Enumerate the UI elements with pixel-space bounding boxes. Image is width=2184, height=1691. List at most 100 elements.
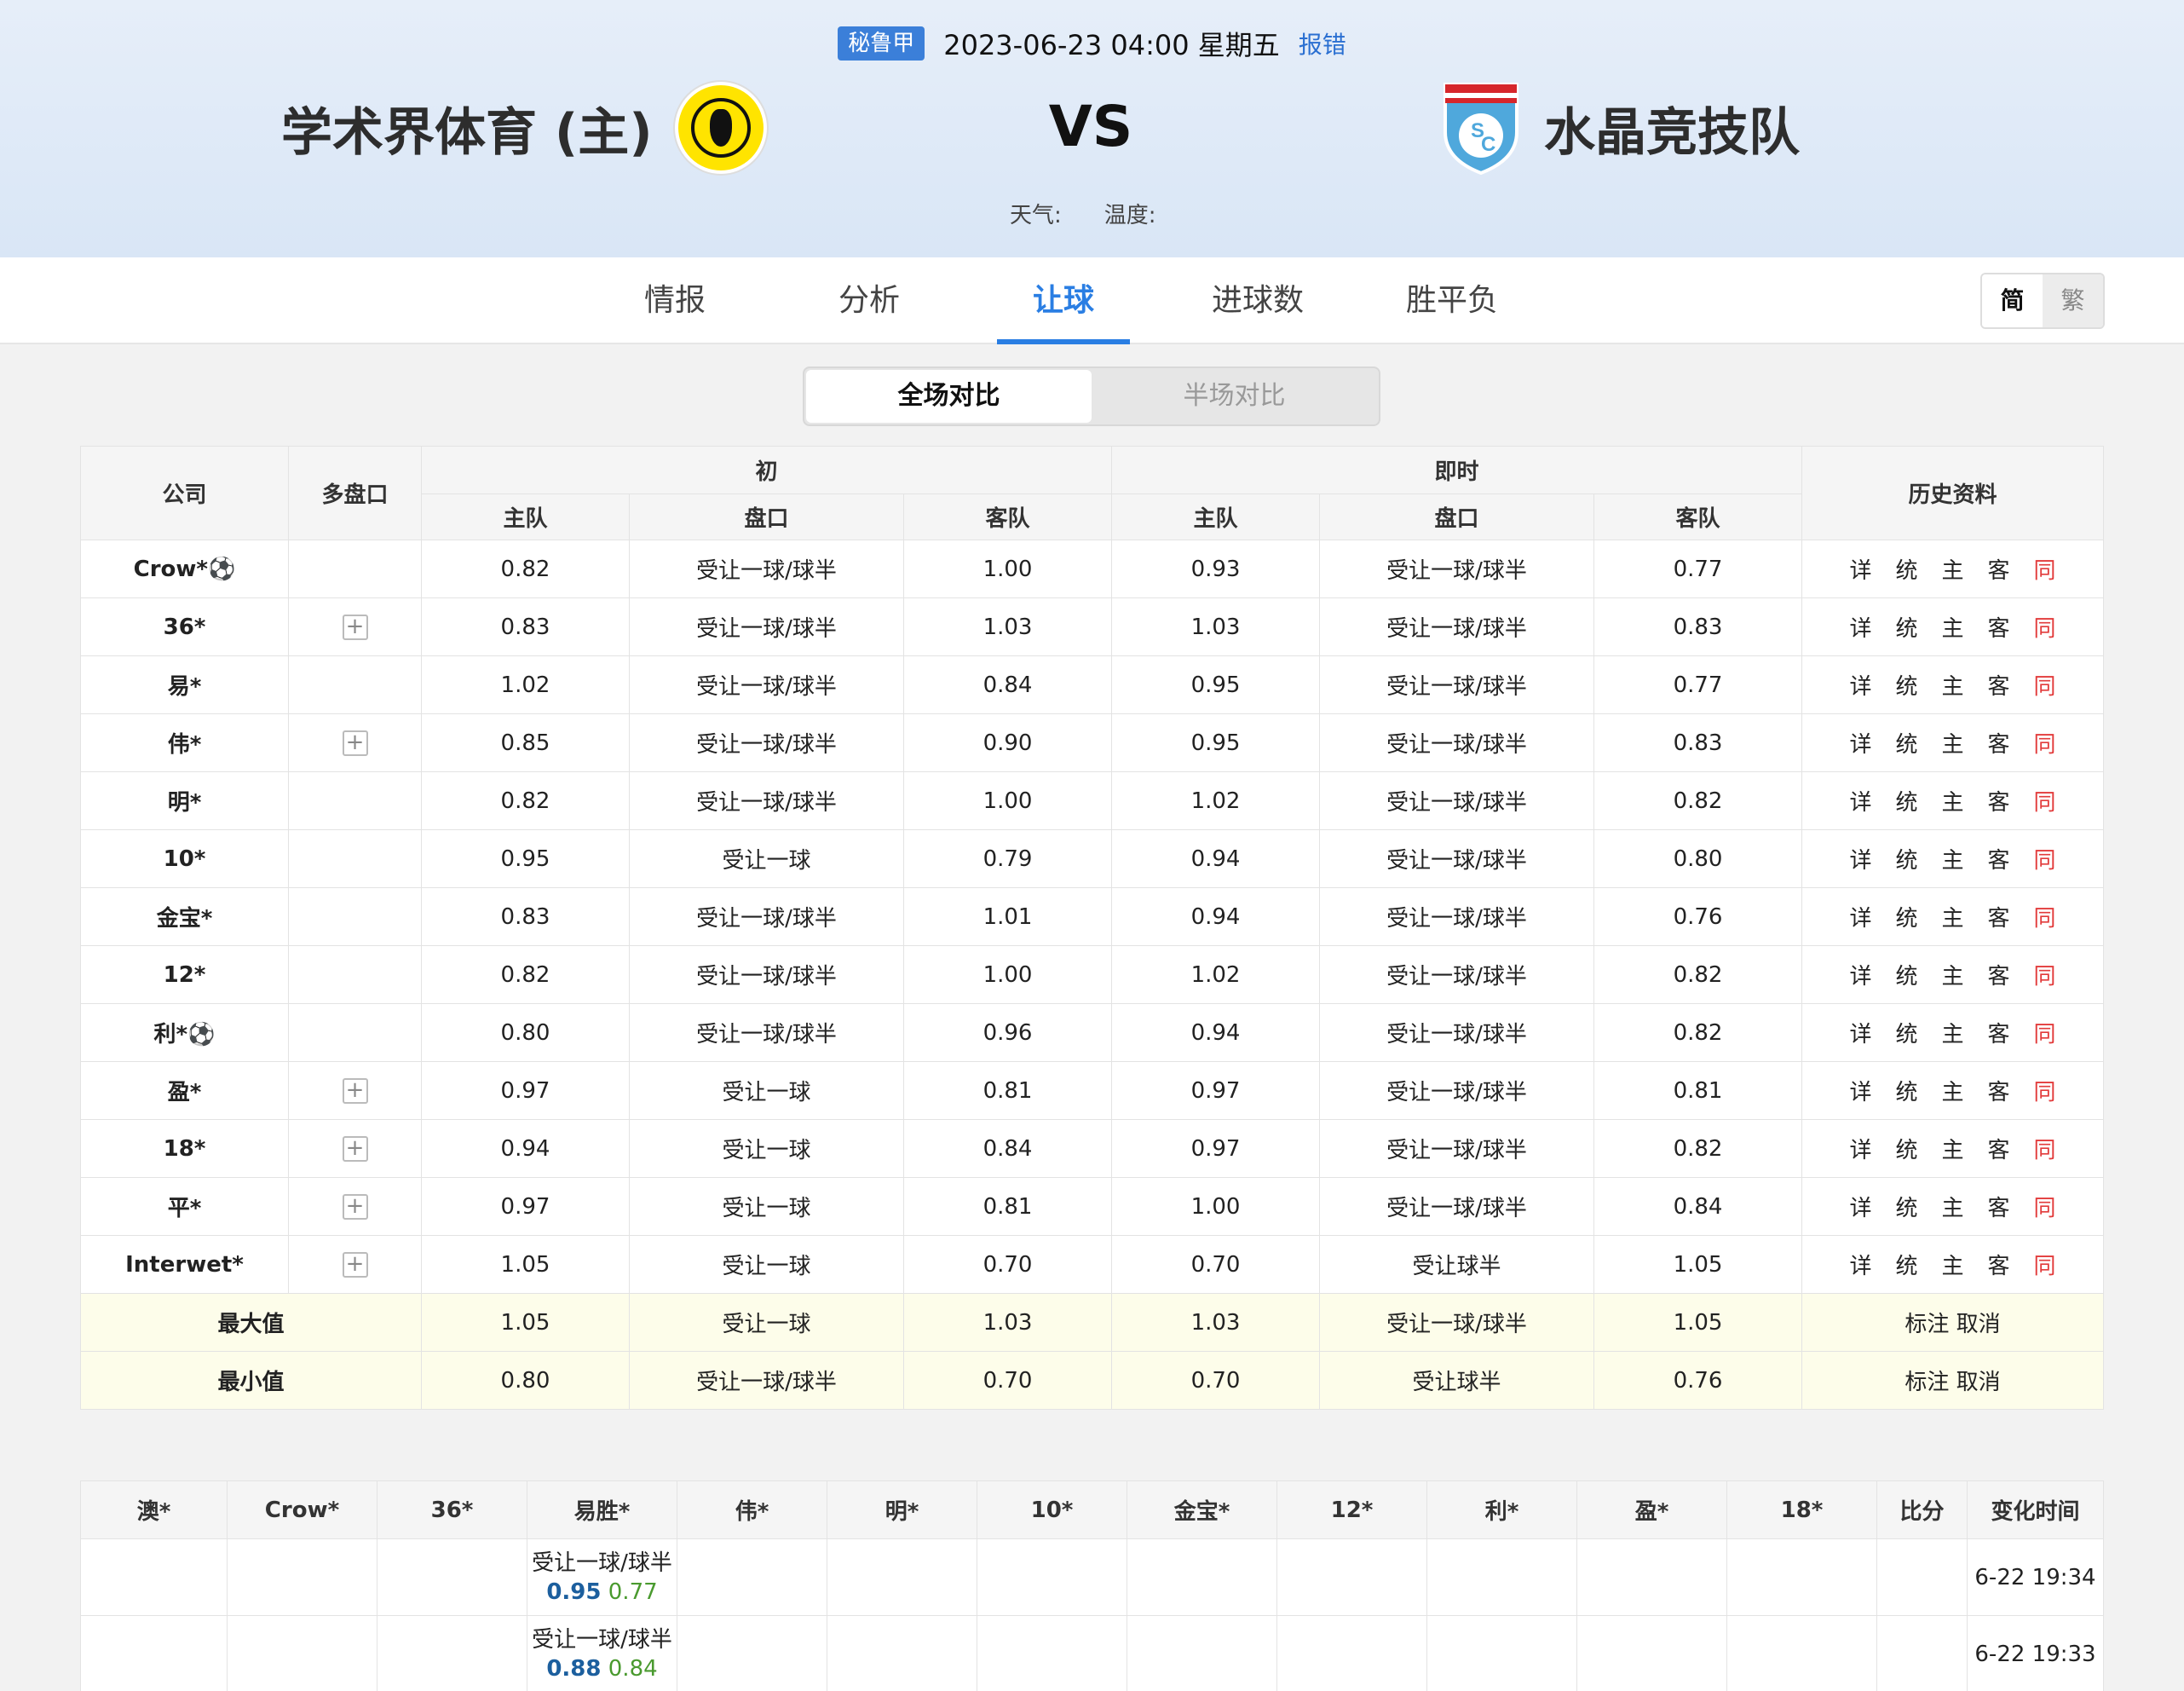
away-link[interactable]: 客 [1988,558,2010,584]
stats-link[interactable]: 统 [1895,964,1917,990]
half-match-button[interactable]: 半场对比 [1092,370,1377,423]
stats-link[interactable]: 统 [1895,906,1917,932]
away-link[interactable]: 客 [1988,790,2010,816]
company-name[interactable]: 10* [80,829,289,888]
mark-cancel-links[interactable]: 标注 取消 [1801,1293,2105,1352]
stats-link[interactable]: 统 [1895,558,1917,584]
simplified-button[interactable]: 简 [1982,274,2043,327]
away-link[interactable]: 客 [1988,1138,2010,1163]
home-link[interactable]: 主 [1942,1254,1964,1279]
tab-handicap[interactable]: 让球 [997,257,1130,344]
company-name[interactable]: 平* [80,1177,289,1236]
away-link[interactable]: 客 [1988,674,2010,700]
same-link[interactable]: 同 [2034,1080,2056,1105]
same-link[interactable]: 同 [2034,558,2056,584]
away-team[interactable]: S C 水晶竞技队 [1440,77,1800,179]
company-name[interactable]: 18* [80,1119,289,1178]
stats-link[interactable]: 统 [1895,790,1917,816]
expand-plus-icon[interactable]: + [342,615,368,640]
company-name[interactable]: 盈* [80,1061,289,1120]
expand-plus-icon[interactable]: + [342,730,368,756]
away-link[interactable]: 客 [1988,848,2010,874]
expand-plus-icon[interactable]: + [342,1194,368,1220]
stats-link[interactable]: 统 [1895,732,1917,758]
same-link[interactable]: 同 [2034,848,2056,874]
detail-link[interactable]: 详 [1849,1138,1871,1163]
same-link[interactable]: 同 [2034,964,2056,990]
full-match-button[interactable]: 全场对比 [806,370,1092,423]
same-link[interactable]: 同 [2034,906,2056,932]
same-link[interactable]: 同 [2034,674,2056,700]
company-name[interactable]: 明* [80,771,289,830]
away-link[interactable]: 客 [1988,1022,2010,1047]
detail-link[interactable]: 详 [1849,790,1871,816]
home-team[interactable]: 学术界体育 (主) [281,77,767,179]
away-team-name[interactable]: 水晶竞技队 [1544,91,1800,165]
home-link[interactable]: 主 [1942,1080,1964,1105]
company-name[interactable]: Interwet* [80,1235,289,1294]
detail-link[interactable]: 详 [1849,1080,1871,1105]
away-link[interactable]: 客 [1988,906,2010,932]
home-link[interactable]: 主 [1942,1138,1964,1163]
away-link[interactable]: 客 [1988,616,2010,642]
away-link[interactable]: 客 [1988,1080,2010,1105]
away-link[interactable]: 客 [1988,1254,2010,1279]
home-link[interactable]: 主 [1942,848,1964,874]
home-link[interactable]: 主 [1942,790,1964,816]
home-link[interactable]: 主 [1942,558,1964,584]
home-link[interactable]: 主 [1942,674,1964,700]
company-name[interactable]: Crow*⚽ [80,540,289,598]
expand-plus-icon[interactable]: + [342,1136,368,1162]
home-link[interactable]: 主 [1942,1196,1964,1221]
stats-link[interactable]: 统 [1895,674,1917,700]
company-name[interactable]: 利*⚽ [80,1003,289,1062]
home-team-name[interactable]: 学术界体育 (主) [281,91,653,165]
stats-link[interactable]: 统 [1895,616,1917,642]
tab-intel[interactable]: 情报 [608,257,741,344]
company-name[interactable]: 易* [80,655,289,714]
tab-1x2[interactable]: 胜平负 [1386,257,1518,344]
same-link[interactable]: 同 [2034,732,2056,758]
home-link[interactable]: 主 [1942,906,1964,932]
detail-link[interactable]: 详 [1849,848,1871,874]
tab-analysis[interactable]: 分析 [803,257,936,344]
away-link[interactable]: 客 [1988,732,2010,758]
detail-link[interactable]: 详 [1849,616,1871,642]
detail-link[interactable]: 详 [1849,906,1871,932]
detail-link[interactable]: 详 [1849,558,1871,584]
away-link[interactable]: 客 [1988,964,2010,990]
report-error-link[interactable]: 报错 [1299,26,1346,61]
company-name[interactable]: 金宝* [80,887,289,946]
detail-link[interactable]: 详 [1849,1196,1871,1221]
expand-plus-icon[interactable]: + [342,1252,368,1278]
league-badge[interactable]: 秘鲁甲 [838,26,925,61]
detail-link[interactable]: 详 [1849,674,1871,700]
home-link[interactable]: 主 [1942,1022,1964,1047]
stats-link[interactable]: 统 [1895,1254,1917,1279]
expand-plus-icon[interactable]: + [342,1078,368,1104]
stats-link[interactable]: 统 [1895,848,1917,874]
company-name[interactable]: 36* [80,597,289,656]
stats-link[interactable]: 统 [1895,1196,1917,1221]
same-link[interactable]: 同 [2034,616,2056,642]
home-link[interactable]: 主 [1942,732,1964,758]
home-link[interactable]: 主 [1942,616,1964,642]
stats-link[interactable]: 统 [1895,1022,1917,1047]
away-link[interactable]: 客 [1988,1196,2010,1221]
same-link[interactable]: 同 [2034,1138,2056,1163]
home-link[interactable]: 主 [1942,964,1964,990]
company-name[interactable]: 伟* [80,713,289,772]
same-link[interactable]: 同 [2034,1254,2056,1279]
detail-link[interactable]: 详 [1849,1022,1871,1047]
same-link[interactable]: 同 [2034,790,2056,816]
stats-link[interactable]: 统 [1895,1080,1917,1105]
detail-link[interactable]: 详 [1849,1254,1871,1279]
detail-link[interactable]: 详 [1849,964,1871,990]
company-name[interactable]: 12* [80,945,289,1004]
mark-cancel-links[interactable]: 标注 取消 [1801,1351,2105,1410]
same-link[interactable]: 同 [2034,1196,2056,1221]
same-link[interactable]: 同 [2034,1022,2056,1047]
detail-link[interactable]: 详 [1849,732,1871,758]
traditional-button[interactable]: 繁 [2043,274,2103,327]
tab-goals[interactable]: 进球数 [1191,257,1324,344]
